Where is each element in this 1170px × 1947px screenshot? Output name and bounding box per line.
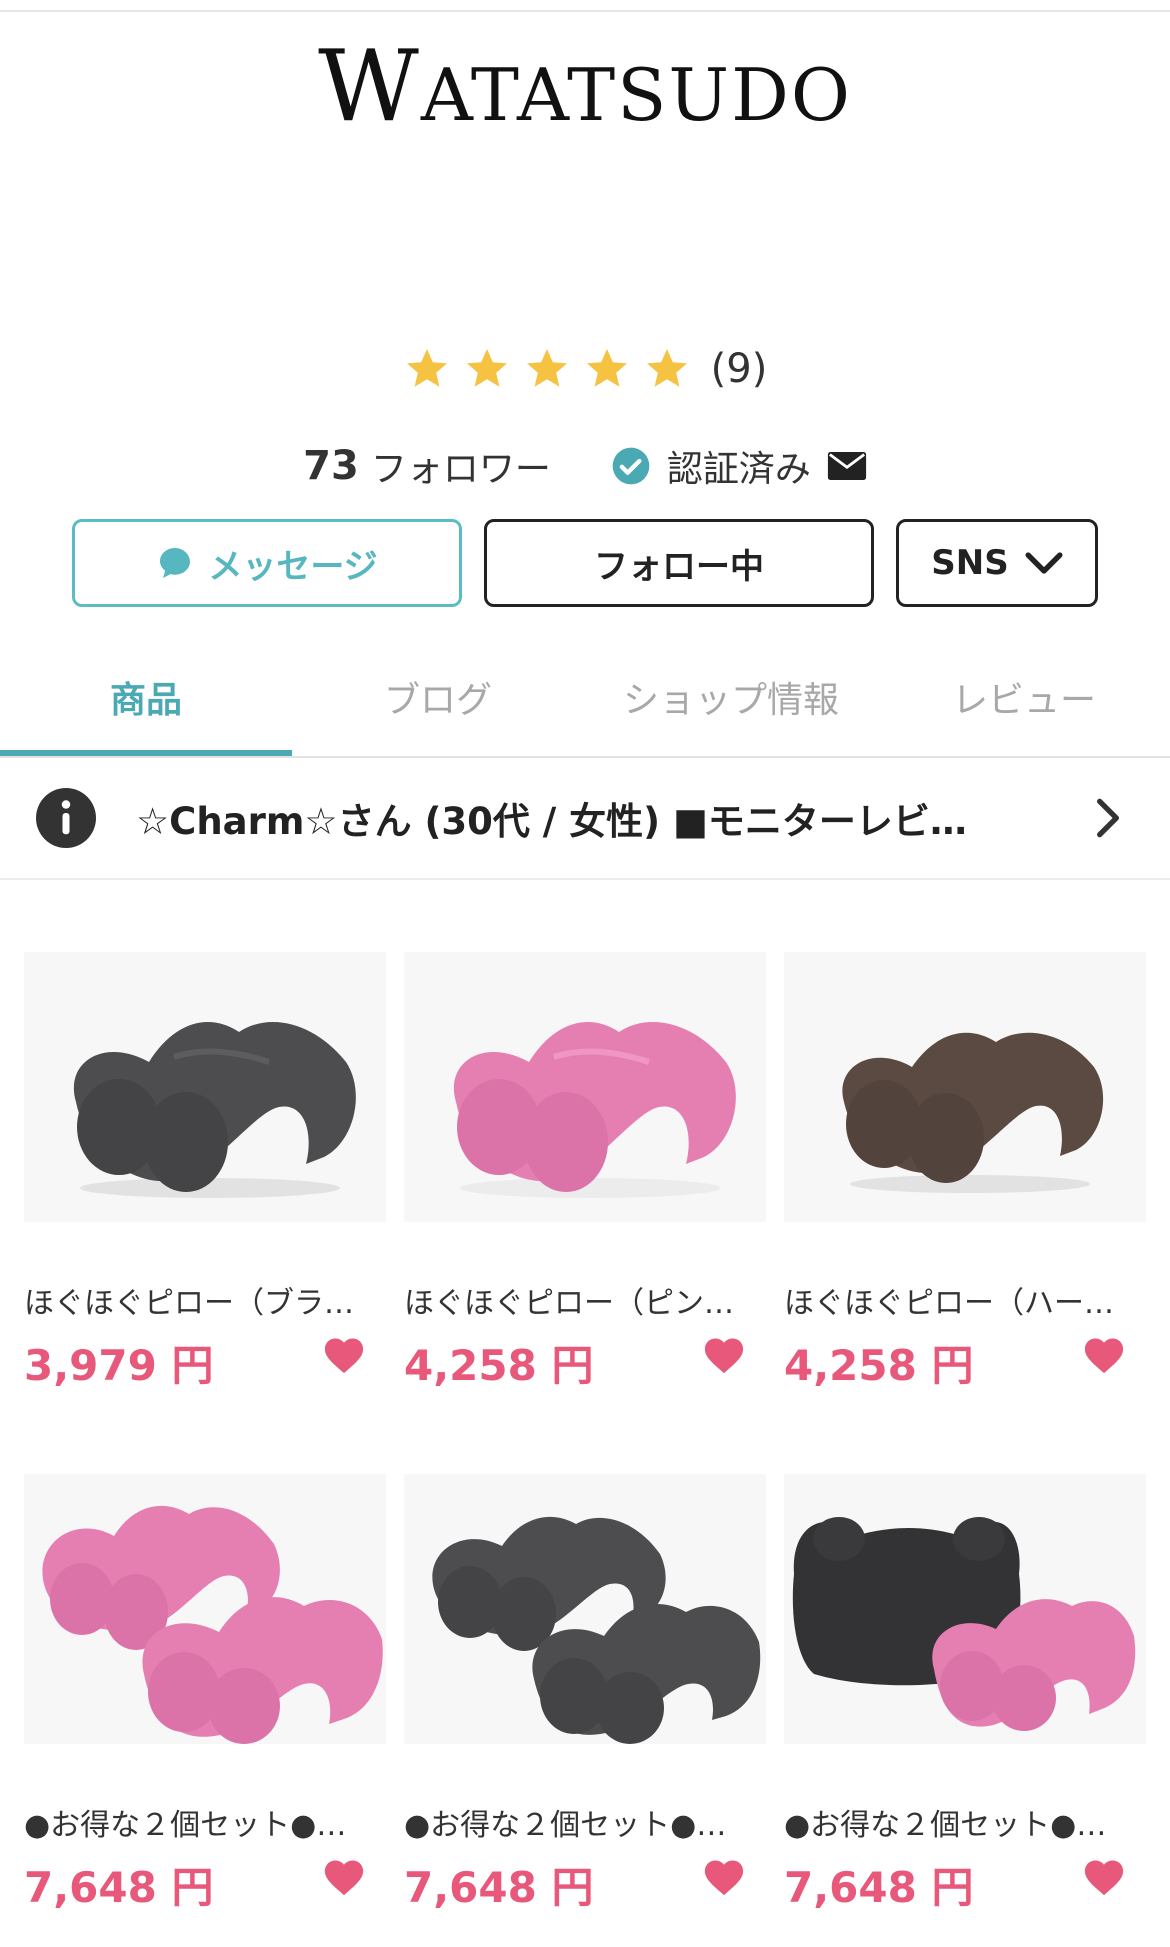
product-price: 4,258 円 bbox=[784, 1341, 974, 1390]
star-icon bbox=[466, 349, 507, 387]
sns-dropdown-button[interactable]: SNS bbox=[896, 519, 1098, 607]
favorite-heart-icon[interactable] bbox=[322, 1856, 366, 1896]
rating-count: (9) bbox=[710, 346, 768, 392]
product-price: 7,648 円 bbox=[404, 1863, 594, 1912]
active-tab-indicator bbox=[0, 750, 292, 756]
product-name[interactable]: ●お得な２個セット●… bbox=[24, 1800, 364, 1844]
verified-check-icon bbox=[612, 447, 650, 485]
product-card[interactable]: ●お得な２個セット●… 7,648 円 bbox=[784, 1474, 1146, 1914]
product-name[interactable]: ほぐほぐピロー（ハー… bbox=[784, 1278, 1124, 1322]
favorite-heart-icon[interactable] bbox=[1082, 1856, 1126, 1896]
product-card[interactable]: ●お得な２個セット●… 7,648 円 bbox=[24, 1474, 386, 1914]
message-button[interactable]: メッセージ bbox=[72, 519, 462, 607]
notice-text: ☆Charm☆さん (30代 / 女性) ■モニターレビ… bbox=[136, 800, 967, 843]
product-card[interactable]: ほぐほぐピロー（ブラ… 3,979 円 bbox=[24, 952, 386, 1392]
product-name[interactable]: ●お得な２個セット●… bbox=[404, 1800, 744, 1844]
following-button-label: フォロー中 bbox=[594, 546, 764, 587]
tab-products[interactable]: 商品 bbox=[0, 640, 292, 754]
product-card[interactable]: ●お得な２個セット●… 7,648 円 bbox=[404, 1474, 766, 1914]
brand-logo: WATATSUDO bbox=[318, 30, 852, 144]
tab-shop-info[interactable]: ショップ情報 bbox=[584, 640, 878, 754]
product-image[interactable] bbox=[24, 952, 386, 1222]
star-icon bbox=[646, 349, 687, 387]
favorite-heart-icon[interactable] bbox=[322, 1334, 366, 1374]
shop-tabs: 商品 ブログ ショップ情報 レビュー bbox=[0, 640, 1170, 758]
product-price: 4,258 円 bbox=[404, 1341, 594, 1390]
star-icon bbox=[526, 349, 567, 387]
product-price: 7,648 円 bbox=[24, 1863, 214, 1912]
mail-icon bbox=[827, 452, 866, 480]
favorite-heart-icon[interactable] bbox=[1082, 1334, 1126, 1374]
tab-reviews[interactable]: レビュー bbox=[878, 640, 1170, 754]
shop-rating[interactable]: (9) bbox=[0, 345, 1170, 393]
product-image[interactable] bbox=[784, 952, 1146, 1222]
star-icon bbox=[406, 349, 447, 387]
top-divider bbox=[0, 10, 1170, 12]
verified-label: 認証済み bbox=[666, 449, 811, 490]
following-button[interactable]: フォロー中 bbox=[484, 519, 874, 607]
followers-label[interactable]: フォロワー bbox=[371, 440, 551, 492]
product-name[interactable]: ほぐほぐピロー（ブラ… bbox=[24, 1278, 364, 1322]
product-card[interactable]: ほぐほぐピロー（ピン… 4,258 円 bbox=[404, 952, 766, 1392]
product-image[interactable] bbox=[404, 952, 766, 1222]
shop-meta: 73 フォロワー 認証済み bbox=[0, 440, 1170, 492]
favorite-heart-icon[interactable] bbox=[702, 1856, 746, 1896]
chevron-down-icon bbox=[1025, 552, 1063, 574]
product-image[interactable] bbox=[784, 1474, 1146, 1744]
chat-bubble-icon bbox=[160, 548, 191, 578]
favorite-heart-icon[interactable] bbox=[702, 1334, 746, 1374]
product-image[interactable] bbox=[404, 1474, 766, 1744]
followers-count: 73 bbox=[303, 443, 359, 489]
product-name[interactable]: ほぐほぐピロー（ピン… bbox=[404, 1278, 744, 1322]
product-price: 3,979 円 bbox=[24, 1341, 214, 1390]
tab-blog[interactable]: ブログ bbox=[292, 640, 584, 754]
info-icon bbox=[36, 788, 96, 848]
sns-button-label: SNS bbox=[931, 543, 1009, 583]
product-card[interactable]: ほぐほぐピロー（ハー… 4,258 円 bbox=[784, 952, 1146, 1392]
review-notice-banner[interactable]: ☆Charm☆さん (30代 / 女性) ■モニターレビ… bbox=[0, 758, 1170, 880]
product-price: 7,648 円 bbox=[784, 1863, 974, 1912]
star-icon bbox=[586, 349, 627, 387]
product-image[interactable] bbox=[24, 1474, 386, 1744]
message-button-label: メッセージ bbox=[208, 546, 378, 587]
product-name[interactable]: ●お得な２個セット●… bbox=[784, 1800, 1124, 1844]
chevron-right-icon bbox=[1096, 798, 1119, 838]
